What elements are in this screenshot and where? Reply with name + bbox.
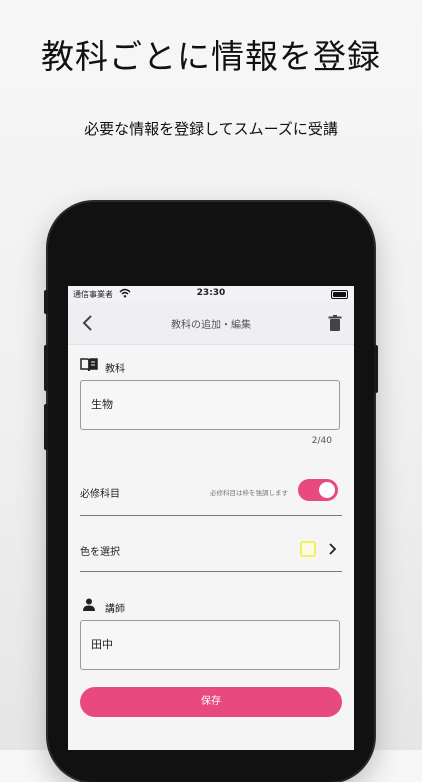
color-label: 色を選択 [80, 547, 120, 558]
app-screen: 通信事業者 23:30 教科の追加・編集 教科 生物 2/40 必修科目 必修科… [68, 286, 354, 750]
required-label: 必修科目 [80, 489, 120, 500]
divider [80, 515, 342, 516]
color-swatch[interactable] [300, 541, 316, 557]
save-button[interactable]: 保存 [80, 687, 342, 717]
phone-volume-up [44, 345, 48, 391]
nav-bar: 教科の追加・編集 [68, 302, 354, 345]
divider [80, 571, 342, 572]
required-hint: 必修科目は枠を強調します [210, 489, 288, 497]
nav-title: 教科の追加・編集 [171, 320, 251, 331]
trash-icon[interactable] [326, 314, 344, 332]
chevron-right-icon[interactable] [326, 542, 340, 556]
phone-mute-switch [44, 290, 48, 314]
promo-headline: 教科ごとに情報を登録 [41, 37, 381, 76]
status-time: 23:30 [196, 288, 226, 298]
teacher-label: 講師 [105, 604, 125, 615]
battery-icon [331, 290, 348, 299]
person-icon [83, 598, 95, 611]
subject-char-counter: 2/40 [311, 436, 332, 446]
required-toggle[interactable] [298, 479, 338, 501]
subject-label: 教科 [105, 364, 125, 375]
teacher-input[interactable]: 田中 [80, 620, 340, 670]
phone-volume-down [44, 404, 48, 450]
phone-power-button [374, 345, 378, 393]
status-bar: 通信事業者 23:30 [68, 286, 354, 302]
promo-subline: 必要な情報を登録してスムーズに受講 [84, 120, 338, 138]
book-icon [80, 358, 98, 372]
subject-input[interactable]: 生物 [80, 380, 340, 430]
